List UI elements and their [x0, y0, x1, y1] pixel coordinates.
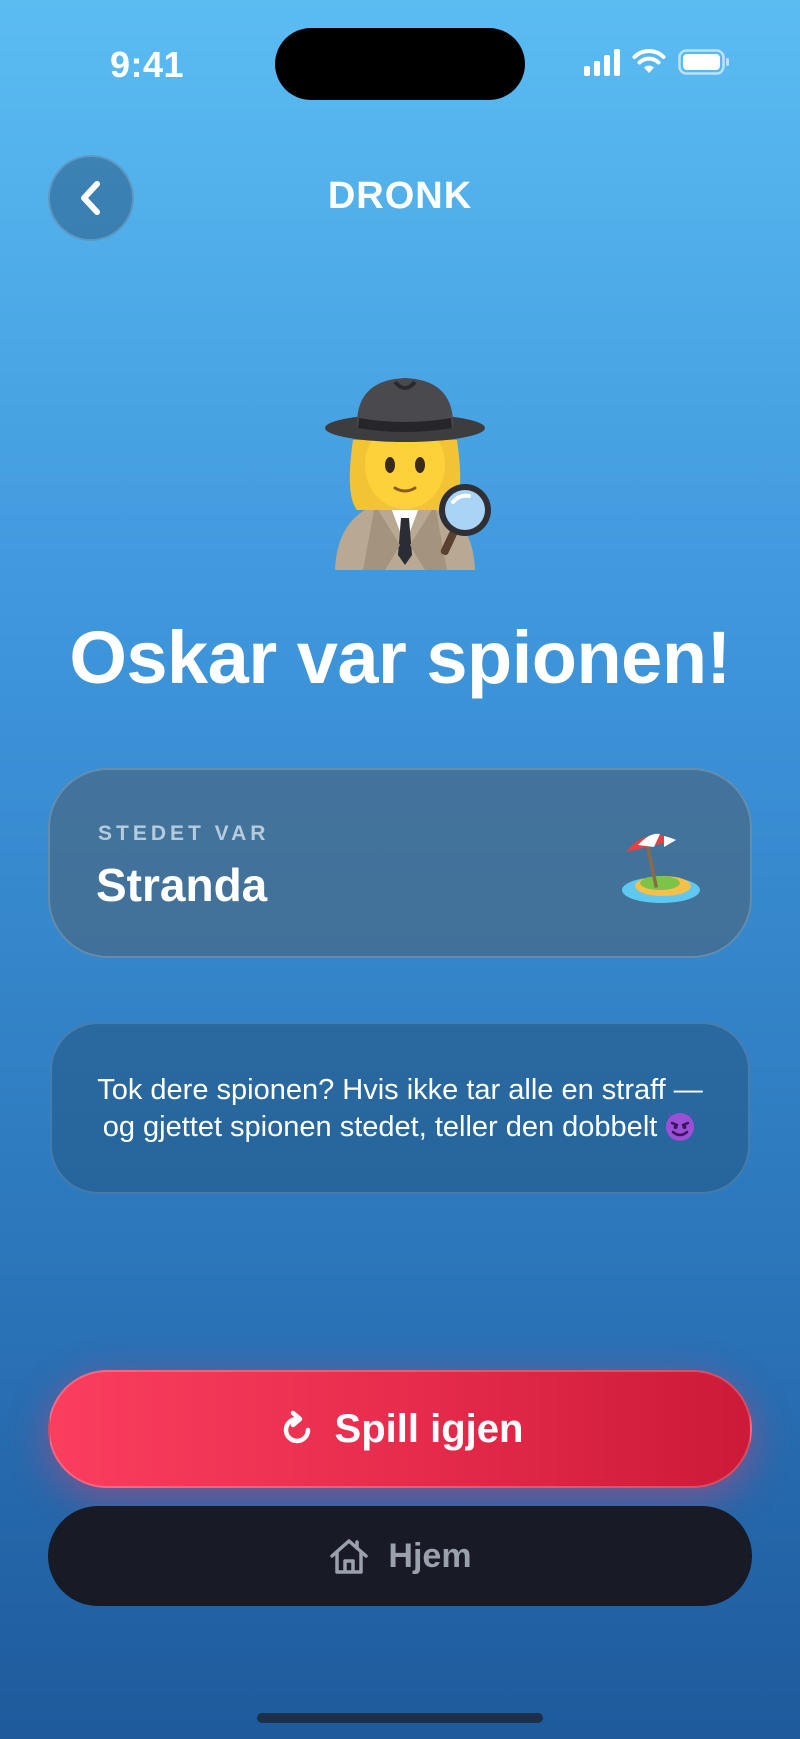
- hint-text: Tok dere spionen? Hvis ikke tar alle en …: [97, 1073, 703, 1143]
- home-indicator[interactable]: [257, 1713, 543, 1723]
- spy-reveal-headline: Oskar var spionen!: [69, 616, 731, 699]
- hint-card: Tok dere spionen? Hvis ikke tar alle en …: [50, 1022, 750, 1194]
- home-button[interactable]: Hjem: [48, 1506, 752, 1606]
- dynamic-island: [275, 28, 525, 100]
- cellular-signal-icon: [584, 48, 620, 76]
- beach-umbrella-icon: [622, 833, 700, 903]
- detective-emoji-icon: [325, 378, 491, 570]
- status-icons: [584, 48, 730, 76]
- status-bar: 9:41: [0, 0, 800, 130]
- refresh-icon: [283, 1410, 310, 1444]
- location-card: STEDET VAR Stranda: [48, 768, 752, 958]
- app-title: DRONK: [327, 175, 473, 217]
- hint-text-wrapper: Tok dere spionen? Hvis ikke tar alle en …: [88, 1072, 712, 1145]
- home-label: Hjem: [388, 1536, 472, 1575]
- smiling-devil-icon: [666, 1111, 695, 1141]
- status-time: 9:41: [110, 44, 185, 85]
- location-label: STEDET VAR: [98, 822, 270, 845]
- wifi-icon: [632, 49, 666, 75]
- location-name: Stranda: [96, 859, 268, 911]
- play-again-button[interactable]: Spill igjen: [48, 1370, 752, 1488]
- play-again-label: Spill igjen: [334, 1406, 524, 1451]
- battery-icon: [678, 49, 730, 75]
- house-icon: [330, 1539, 369, 1574]
- spy-result-screen: 9:41 DRONK Oskar var spionen! STEDET VAR…: [0, 0, 800, 1739]
